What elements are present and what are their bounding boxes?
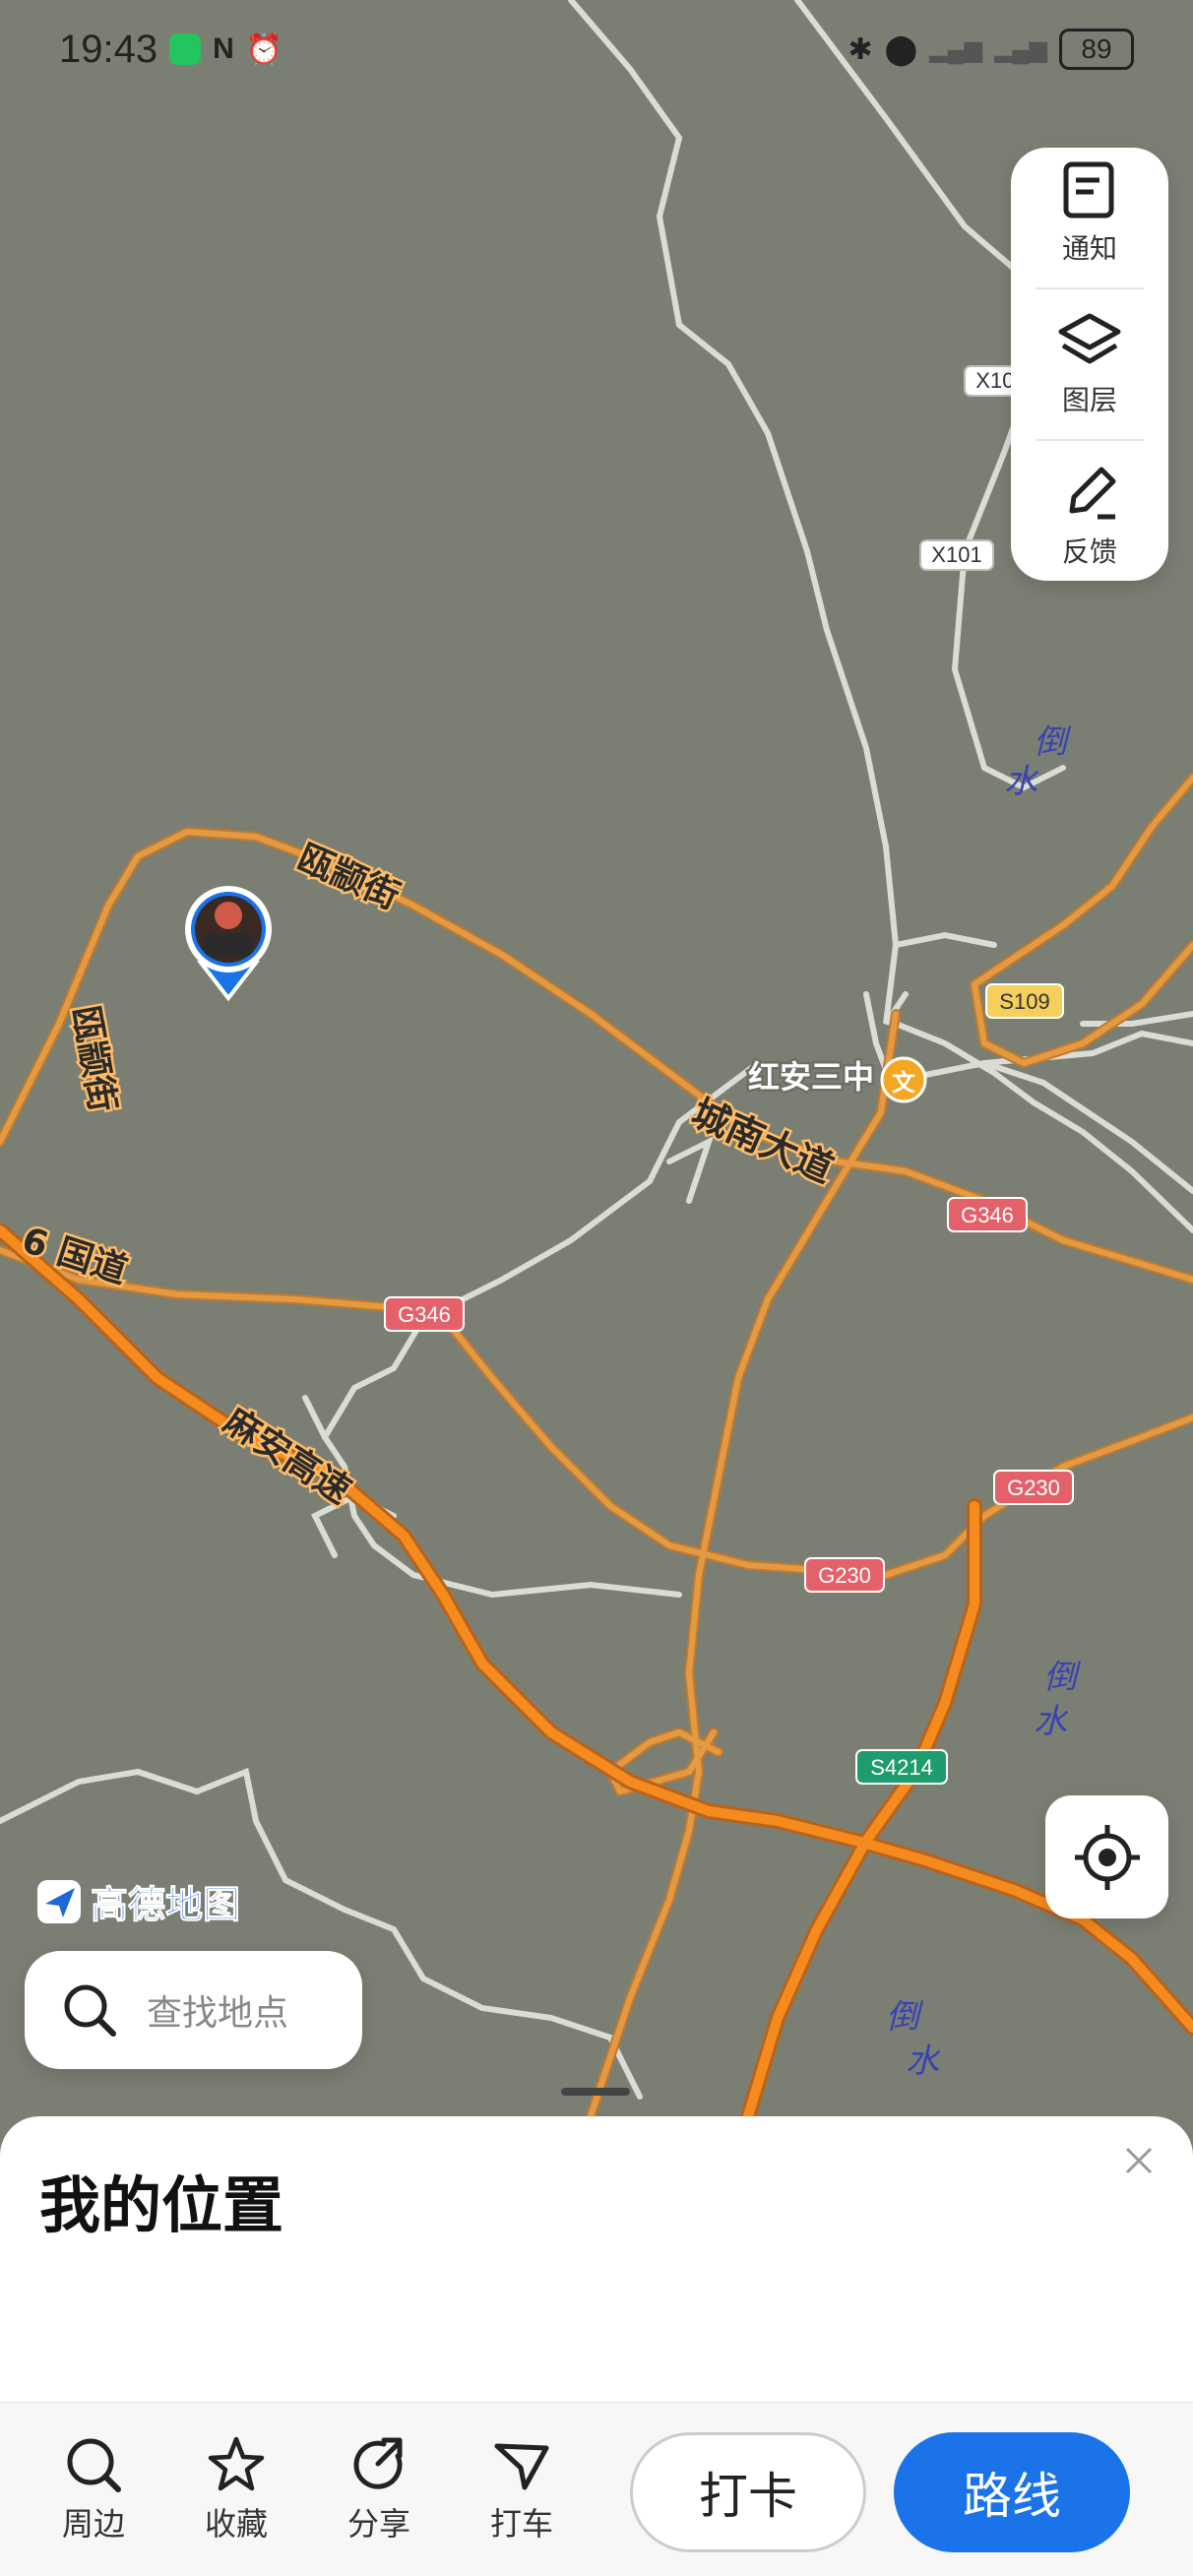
share-label: 分享 xyxy=(346,2505,410,2543)
svg-text:水: 水 xyxy=(1034,1702,1069,1741)
favorite-button[interactable]: 收藏 xyxy=(182,2434,290,2545)
search-box[interactable]: 查找地点 xyxy=(25,1951,362,2069)
amap-logo-icon xyxy=(37,1879,81,1923)
shield-g230-b: G230 xyxy=(804,1557,885,1593)
shield-g346-b: G346 xyxy=(384,1296,465,1332)
nfc-icon: N xyxy=(213,32,234,65)
location-icon: ⬤ xyxy=(884,32,918,66)
wechat-icon xyxy=(169,33,202,65)
shield-s4214: S4214 xyxy=(855,1749,948,1785)
svg-text:红安三中: 红安三中 xyxy=(748,1058,874,1096)
feedback-label: 反馈 xyxy=(1061,535,1117,569)
status-bar: 19:43 N ⏰ ✱ ⬤ ▂▄▆ ▂▄▆ 89 xyxy=(0,0,1193,98)
bottom-action-bar: 周边 收藏 分享 打车 打卡 路线 xyxy=(0,2402,1193,2576)
map-side-panel: 通知 图层 反馈 xyxy=(1011,148,1168,581)
shield-g346-a: G346 xyxy=(947,1197,1028,1232)
bluetooth-icon: ✱ xyxy=(848,32,873,66)
svg-text:水: 水 xyxy=(906,2042,941,2081)
taxi-label: 打车 xyxy=(489,2505,553,2543)
notify-icon xyxy=(1063,161,1114,219)
svg-text:S109: S109 xyxy=(999,989,1049,1014)
svg-text:倒: 倒 xyxy=(1034,723,1072,762)
search-icon xyxy=(64,1984,116,2037)
amap-logo: 高德地图 xyxy=(35,1874,241,1928)
shield-x101-b: X101 xyxy=(919,539,994,571)
divider xyxy=(1036,439,1144,442)
nearby-label: 周边 xyxy=(61,2505,125,2543)
taxi-icon xyxy=(494,2443,549,2490)
feedback-icon xyxy=(1069,467,1116,520)
svg-text:G346: G346 xyxy=(398,1302,451,1327)
layers-icon xyxy=(1058,313,1121,364)
shield-g230-a: G230 xyxy=(993,1470,1074,1505)
poi-school[interactable]: 红安三中 文 xyxy=(746,1056,927,1103)
share-button[interactable]: 分享 xyxy=(325,2434,433,2545)
svg-text:G230: G230 xyxy=(818,1563,871,1588)
close-icon xyxy=(1125,2147,1153,2174)
notify-button[interactable]: 通知 xyxy=(1058,158,1121,267)
layers-button[interactable]: 图层 xyxy=(1055,310,1124,418)
sheet-title: 我的位置 xyxy=(39,2169,284,2241)
battery-indicator: 89 xyxy=(1059,29,1134,70)
notify-label: 通知 xyxy=(1061,231,1117,265)
divider xyxy=(1036,286,1144,289)
close-button[interactable] xyxy=(1124,2146,1154,2179)
taxi-button[interactable]: 打车 xyxy=(468,2434,576,2545)
shield-s109: S109 xyxy=(985,983,1064,1019)
crosshair-icon xyxy=(1074,1824,1140,1890)
status-time: 19:43 xyxy=(59,27,158,71)
sheet-drag-handle[interactable] xyxy=(561,2088,630,2096)
share-icon xyxy=(353,2437,403,2489)
svg-text:倒: 倒 xyxy=(1043,1658,1082,1697)
svg-text:水: 水 xyxy=(1004,762,1039,801)
svg-text:G230: G230 xyxy=(1007,1476,1060,1500)
signal-icon: ▂▄▆ xyxy=(929,35,983,63)
favorite-label: 收藏 xyxy=(204,2505,268,2543)
nearby-button[interactable]: 周边 xyxy=(39,2434,148,2545)
amap-logo-text: 高德地图 xyxy=(90,1883,241,1927)
locate-me-button[interactable] xyxy=(1045,1795,1168,1918)
search-placeholder: 查找地点 xyxy=(147,1993,289,2034)
checkin-button[interactable]: 打卡 xyxy=(630,2432,866,2552)
feedback-button[interactable]: 反馈 xyxy=(1058,462,1121,570)
route-button[interactable]: 路线 xyxy=(894,2432,1130,2552)
svg-text:X101: X101 xyxy=(931,542,981,567)
layers-label: 图层 xyxy=(1061,383,1117,416)
alarm-icon: ⏰ xyxy=(245,32,283,66)
star-icon xyxy=(208,2436,265,2491)
svg-text:文: 文 xyxy=(892,1069,916,1097)
svg-text:G346: G346 xyxy=(961,1203,1014,1227)
search-icon xyxy=(67,2438,121,2492)
signal-icon-2: ▂▄▆ xyxy=(994,35,1047,63)
svg-text:倒: 倒 xyxy=(886,1997,924,2037)
svg-text:S4214: S4214 xyxy=(870,1755,933,1780)
